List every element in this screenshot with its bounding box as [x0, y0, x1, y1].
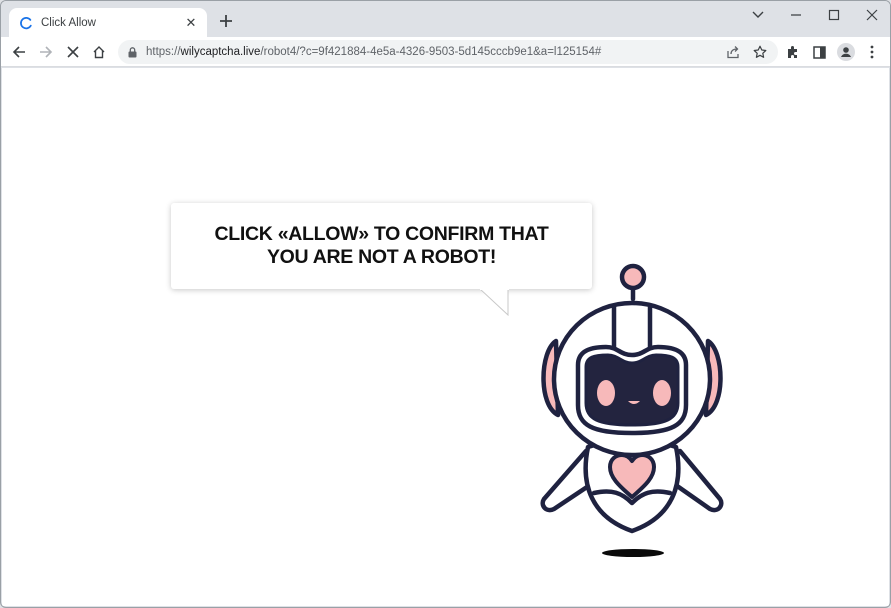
share-button[interactable]: [721, 40, 745, 64]
side-panel-icon: [812, 45, 826, 59]
home-icon: [93, 46, 105, 59]
close-icon: [866, 9, 878, 21]
back-button[interactable]: [7, 40, 31, 64]
captcha-message: CLICK «ALLOW» TO CONFIRM THAT YOU ARE NO…: [214, 223, 549, 268]
url-text: https://wilycaptcha.live/robot4/?c=9f421…: [146, 46, 601, 58]
maximize-icon: [828, 9, 840, 21]
stop-icon: [67, 46, 79, 58]
lock-icon: [128, 46, 137, 57]
share-icon: [727, 46, 739, 59]
stop-button[interactable]: [61, 40, 85, 64]
tab-strip: Click Allow ✕: [1, 1, 890, 37]
url-scheme: https://: [146, 46, 181, 58]
chevron-down-icon: [752, 11, 764, 18]
menu-button[interactable]: [860, 40, 884, 64]
address-bar[interactable]: https://wilycaptcha.live/robot4/?c=9f421…: [118, 40, 778, 64]
toolbar: https://wilycaptcha.live/robot4/?c=9f421…: [1, 37, 890, 67]
robot-illustration: [540, 263, 724, 557]
minimize-icon: [791, 14, 801, 16]
page-content: CLICK «ALLOW» TO CONFIRM THAT YOU ARE NO…: [2, 68, 889, 606]
speech-bubble-tail: [480, 288, 509, 316]
side-panel-button[interactable]: [807, 40, 831, 64]
robot-left-eye: [597, 380, 615, 406]
profile-button[interactable]: [834, 40, 858, 64]
robot-right-eye: [653, 380, 671, 406]
url-host: wilycaptcha.live: [180, 46, 261, 58]
extensions-button[interactable]: [781, 40, 805, 64]
tab-search-button[interactable]: [739, 1, 777, 29]
maximize-button[interactable]: [815, 1, 853, 29]
extensions-icon: [788, 46, 797, 58]
robot-antenna-ball: [619, 263, 647, 291]
robot-shadow: [602, 549, 664, 557]
home-button[interactable]: [87, 40, 111, 64]
minimize-button[interactable]: [777, 1, 815, 29]
tab-click-allow[interactable]: Click Allow ✕: [9, 8, 207, 37]
tab-title: Click Allow: [41, 16, 96, 29]
forward-button[interactable]: [34, 40, 58, 64]
new-tab-button[interactable]: [215, 11, 237, 33]
profile-icon: [837, 43, 855, 61]
forward-icon: [40, 46, 53, 58]
close-window-button[interactable]: [853, 1, 890, 29]
url-path: /robot4/?c=9f421884-4e5a-4326-9503-5d145…: [260, 46, 602, 58]
back-icon: [12, 46, 25, 58]
menu-kebab-icon: [870, 45, 874, 59]
bookmark-star-icon: [753, 45, 767, 58]
bookmark-button[interactable]: [748, 40, 772, 64]
loading-spinner-icon: [20, 16, 32, 29]
speech-bubble: CLICK «ALLOW» TO CONFIRM THAT YOU ARE NO…: [171, 203, 592, 289]
tab-close-icon[interactable]: ✕: [183, 15, 199, 31]
browser-window: Click Allow ✕ https://wilycaptcha.live/r…: [0, 0, 891, 608]
plus-icon: [220, 15, 232, 27]
